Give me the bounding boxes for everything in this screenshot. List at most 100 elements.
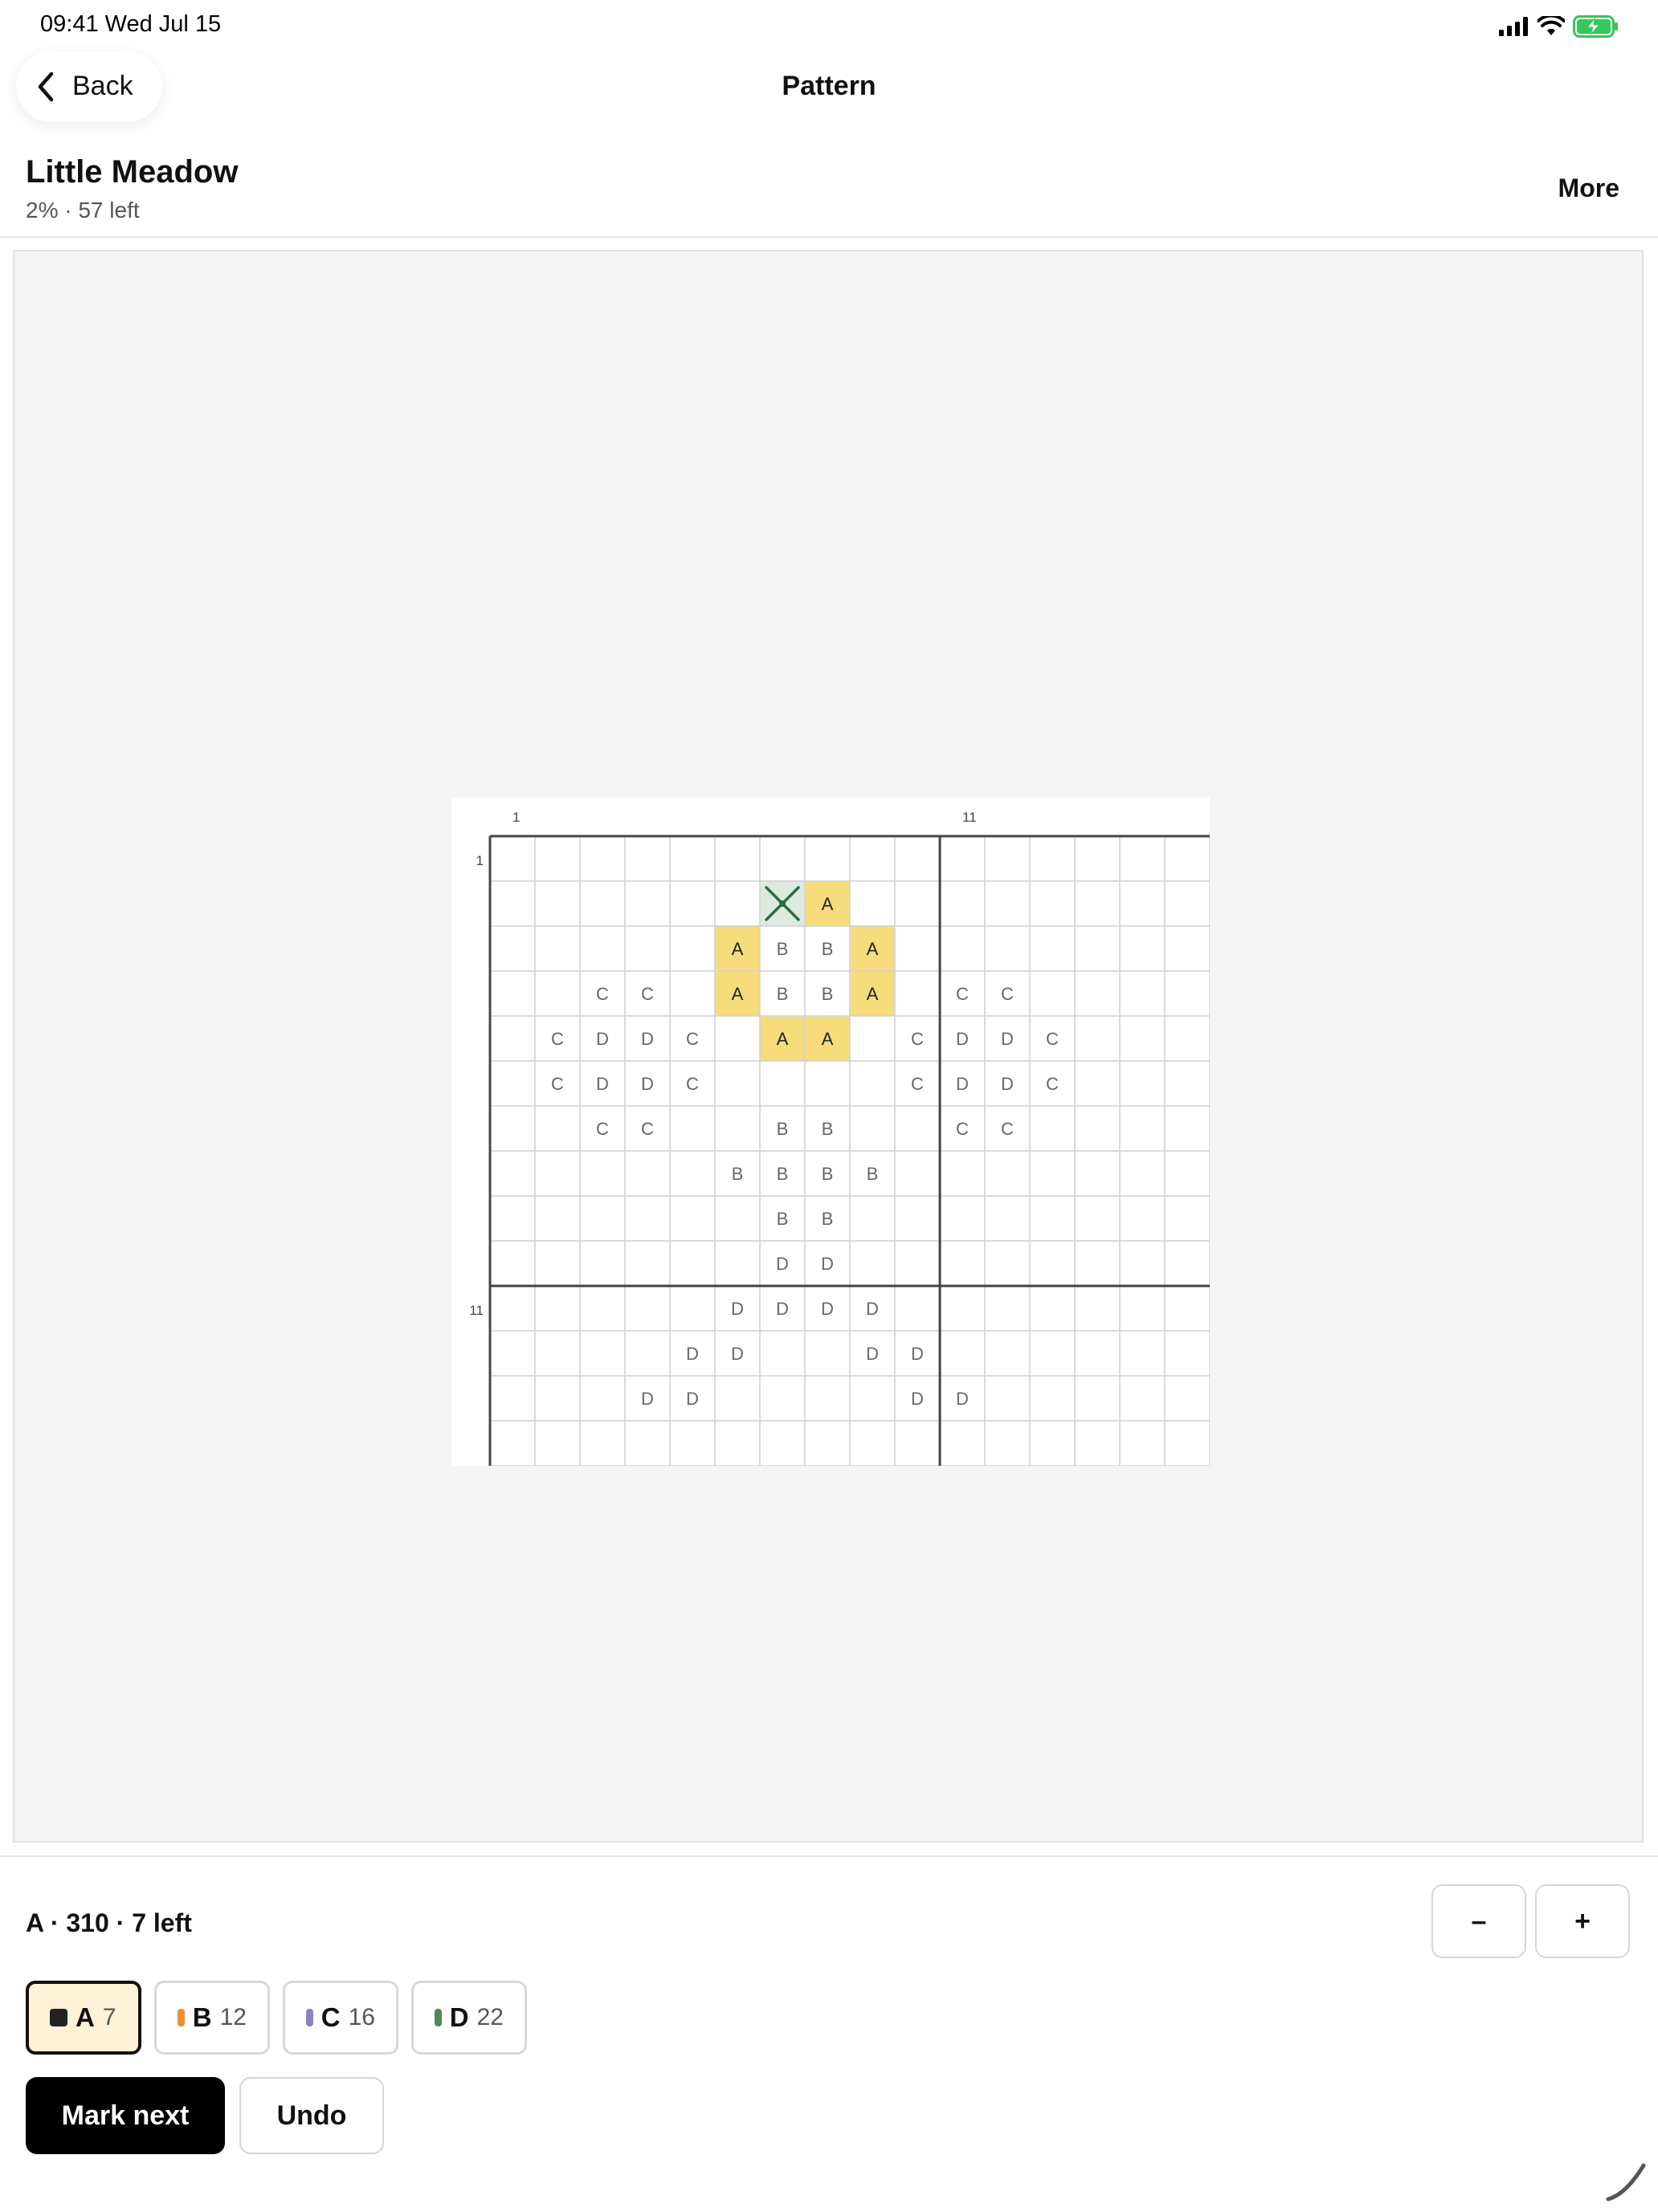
grid-cell[interactable] xyxy=(1119,1060,1166,1107)
grid-cell[interactable] xyxy=(1164,1330,1210,1377)
grid-cell[interactable] xyxy=(1029,835,1076,882)
grid-cell[interactable] xyxy=(1074,1060,1121,1107)
grid-cell[interactable] xyxy=(1164,970,1210,1017)
grid-cell[interactable] xyxy=(894,1240,941,1287)
grid-cell[interactable] xyxy=(1164,835,1210,882)
grid-cell[interactable] xyxy=(849,1105,896,1152)
grid-cell[interactable] xyxy=(1074,1330,1121,1377)
grid-cell[interactable] xyxy=(1164,1060,1210,1107)
grid-cell[interactable] xyxy=(714,1240,761,1287)
grid-cell[interactable] xyxy=(1164,1240,1210,1287)
grid-cell[interactable] xyxy=(1074,880,1121,927)
grid-cell[interactable] xyxy=(1074,1105,1121,1152)
grid-cell[interactable] xyxy=(489,970,536,1017)
grid-cell[interactable] xyxy=(489,1150,536,1197)
grid-cell[interactable] xyxy=(624,1285,671,1332)
grid-cell[interactable] xyxy=(984,1330,1031,1377)
grid-cell[interactable] xyxy=(759,835,806,882)
grid-cell[interactable] xyxy=(1074,925,1121,972)
grid-cell[interactable] xyxy=(1164,925,1210,972)
grid-cell[interactable] xyxy=(1119,1150,1166,1197)
grid-cell[interactable] xyxy=(759,1060,806,1107)
grid-cell[interactable] xyxy=(624,1150,671,1197)
grid-cell[interactable] xyxy=(849,1015,896,1062)
grid-cell[interactable] xyxy=(984,1420,1031,1466)
grid-cell[interactable] xyxy=(534,1150,581,1197)
grid-cell[interactable] xyxy=(1119,925,1166,972)
grid-cell[interactable] xyxy=(1074,1015,1121,1062)
grid-cell[interactable] xyxy=(804,1060,851,1107)
grid-cell[interactable] xyxy=(1164,1150,1210,1197)
grid-cell[interactable] xyxy=(489,1240,536,1287)
grid-cell[interactable] xyxy=(984,1240,1031,1287)
grid-cell[interactable] xyxy=(759,1330,806,1377)
grid-cell[interactable] xyxy=(489,835,536,882)
grid-cell[interactable] xyxy=(939,1285,986,1332)
grid-cell[interactable] xyxy=(984,1285,1031,1332)
grid-cell[interactable] xyxy=(894,1105,941,1152)
grid-cell[interactable] xyxy=(1119,1195,1166,1242)
grid-cell[interactable] xyxy=(849,835,896,882)
grid-cell[interactable] xyxy=(579,1330,626,1377)
grid-cell[interactable] xyxy=(1119,1240,1166,1287)
grid-cell[interactable] xyxy=(624,1195,671,1242)
grid-cell[interactable] xyxy=(1029,1285,1076,1332)
grid-cell[interactable] xyxy=(669,970,716,1017)
grid-cell[interactable] xyxy=(624,925,671,972)
grid-cell[interactable] xyxy=(714,1060,761,1107)
grid-cell[interactable] xyxy=(1029,1330,1076,1377)
grid-cell[interactable] xyxy=(1164,1420,1210,1466)
grid-cell[interactable] xyxy=(1119,1105,1166,1152)
grid-cell[interactable] xyxy=(669,835,716,882)
grid-cell[interactable] xyxy=(669,1195,716,1242)
grid-cell[interactable] xyxy=(1119,1015,1166,1062)
grid-cell[interactable] xyxy=(489,1420,536,1466)
grid-cell[interactable] xyxy=(939,835,986,882)
grid-cell[interactable] xyxy=(714,1105,761,1152)
thread-chip-b[interactable]: B 12 xyxy=(154,1981,270,2055)
grid-cell[interactable] xyxy=(579,1420,626,1466)
grid-cell[interactable] xyxy=(939,1420,986,1466)
stitch-chart[interactable]: A A B B A C C A B B A C C C D D C A A C D D C C D D C C D D C C C B B C C B B B… xyxy=(451,798,1210,1466)
grid-cell[interactable] xyxy=(624,1330,671,1377)
grid-cell[interactable] xyxy=(1074,1420,1121,1466)
grid-cell[interactable] xyxy=(804,1420,851,1466)
grid-cell[interactable] xyxy=(579,1150,626,1197)
grid-cell[interactable] xyxy=(579,1240,626,1287)
grid-cell[interactable] xyxy=(849,880,896,927)
grid-cell[interactable] xyxy=(714,1015,761,1062)
grid-cell[interactable] xyxy=(534,880,581,927)
stitch-grid[interactable]: A A B B A C C A B B A C C C D D C A A C D D C C D D C C D D C C C B B C C B B B… xyxy=(451,798,1210,1466)
grid-cell[interactable] xyxy=(579,925,626,972)
grid-cell[interactable] xyxy=(939,1195,986,1242)
grid-cell[interactable] xyxy=(534,1285,581,1332)
grid-cell[interactable] xyxy=(849,1240,896,1287)
grid-cell[interactable] xyxy=(849,1420,896,1466)
grid-cell[interactable] xyxy=(624,835,671,882)
grid-cell[interactable] xyxy=(894,1420,941,1466)
grid-cell[interactable] xyxy=(894,880,941,927)
grid-cell[interactable] xyxy=(849,1375,896,1422)
grid-cell[interactable] xyxy=(984,835,1031,882)
grid-cell[interactable] xyxy=(804,1375,851,1422)
grid-cell[interactable] xyxy=(534,1105,581,1152)
grid-cell[interactable] xyxy=(669,925,716,972)
grid-cell[interactable] xyxy=(714,1420,761,1466)
grid-cell[interactable] xyxy=(894,970,941,1017)
grid-cell[interactable] xyxy=(489,1015,536,1062)
grid-cell[interactable] xyxy=(939,1240,986,1287)
grid-cell[interactable] xyxy=(1164,1015,1210,1062)
grid-cell[interactable] xyxy=(669,1285,716,1332)
grid-cell[interactable] xyxy=(984,1150,1031,1197)
grid-cell[interactable] xyxy=(984,1195,1031,1242)
thread-chip-a[interactable]: A 7 xyxy=(26,1981,141,2055)
grid-cell[interactable] xyxy=(489,880,536,927)
grid-cell[interactable] xyxy=(984,925,1031,972)
grid-cell[interactable] xyxy=(1119,970,1166,1017)
grid-cell[interactable] xyxy=(1029,1105,1076,1152)
grid-cell[interactable] xyxy=(1074,970,1121,1017)
grid-cell[interactable] xyxy=(894,835,941,882)
grid-cell[interactable] xyxy=(624,880,671,927)
grid-cell[interactable] xyxy=(669,1240,716,1287)
grid-cell[interactable] xyxy=(1119,835,1166,882)
